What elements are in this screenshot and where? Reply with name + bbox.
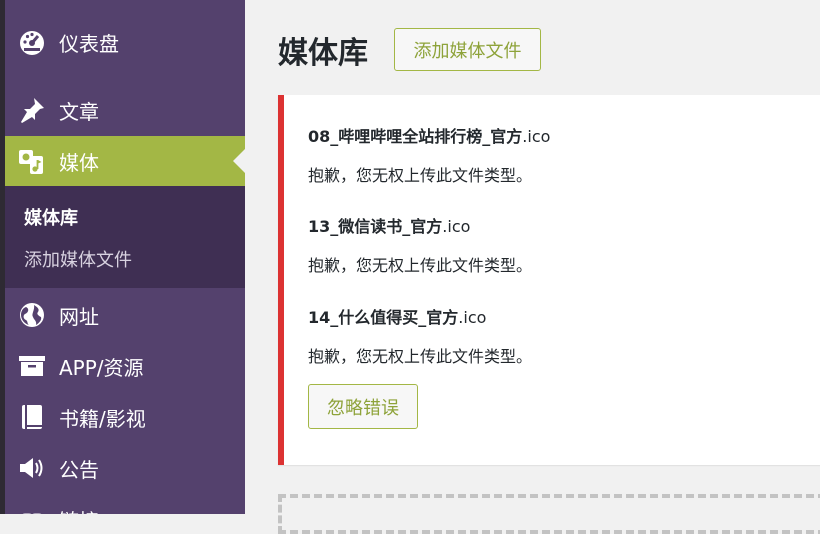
page-title: 媒体库	[278, 36, 368, 71]
link-icon	[17, 504, 47, 514]
error-message: 抱歉，您无权上传此文件类型。	[308, 347, 533, 366]
sidebar-item-books[interactable]: 书籍/影视	[5, 392, 245, 442]
pushpin-icon	[17, 95, 47, 125]
error-filename: 13_微信读书_官方.ico	[308, 217, 471, 236]
sidebar-item-label: 公告	[59, 457, 99, 482]
sidebar-item-label: 链接	[59, 505, 99, 515]
sidebar-item-announcements[interactable]: 公告	[5, 443, 245, 493]
megaphone-icon	[17, 453, 47, 483]
media-submenu: 媒体库 添加媒体文件	[5, 186, 245, 288]
sidebar-item-links[interactable]: 链接	[5, 494, 245, 514]
sidebar-item-label: APP/资源	[59, 355, 144, 380]
add-media-button[interactable]: 添加媒体文件	[394, 28, 541, 71]
sidebar-item-apps[interactable]: APP/资源	[5, 341, 245, 391]
sidebar-item-label: 文章	[59, 99, 99, 124]
error-filename: 14_什么值得买_官方.ico	[308, 308, 487, 327]
sidebar-item-media[interactable]: 媒体	[5, 136, 245, 186]
dashboard-icon	[17, 27, 47, 57]
error-message: 抱歉，您无权上传此文件类型。	[308, 256, 533, 275]
sidebar-item-label: 媒体	[59, 150, 99, 175]
submenu-item-add-media[interactable]: 添加媒体文件	[24, 246, 132, 272]
archive-icon	[17, 351, 47, 381]
sidebar-item-posts[interactable]: 文章	[5, 85, 245, 135]
error-message: 抱歉，您无权上传此文件类型。	[308, 166, 533, 185]
error-filename: 08_哔哩哔哩全站排行榜_官方.ico	[308, 127, 551, 146]
sidebar-item-label: 仪表盘	[59, 31, 119, 56]
book-icon	[17, 402, 47, 432]
upload-dropzone[interactable]	[278, 494, 820, 534]
upload-error-notice: 08_哔哩哔哩全站排行榜_官方.ico 抱歉，您无权上传此文件类型。 13_微信…	[278, 95, 820, 465]
admin-sidebar: 仪表盘 文章 媒体 媒体库 添加媒体文件 网址 APP/资源 书籍/影视 公告	[5, 0, 245, 514]
globe-icon	[17, 300, 47, 330]
media-icon	[17, 146, 47, 176]
sidebar-item-label: 网址	[59, 304, 99, 329]
sidebar-item-dashboard[interactable]: 仪表盘	[5, 17, 245, 67]
submenu-item-media-library[interactable]: 媒体库	[24, 204, 78, 230]
dismiss-errors-button[interactable]: 忽略错误	[308, 384, 418, 429]
sidebar-item-label: 书籍/影视	[59, 406, 146, 431]
sidebar-item-sites[interactable]: 网址	[5, 290, 245, 340]
